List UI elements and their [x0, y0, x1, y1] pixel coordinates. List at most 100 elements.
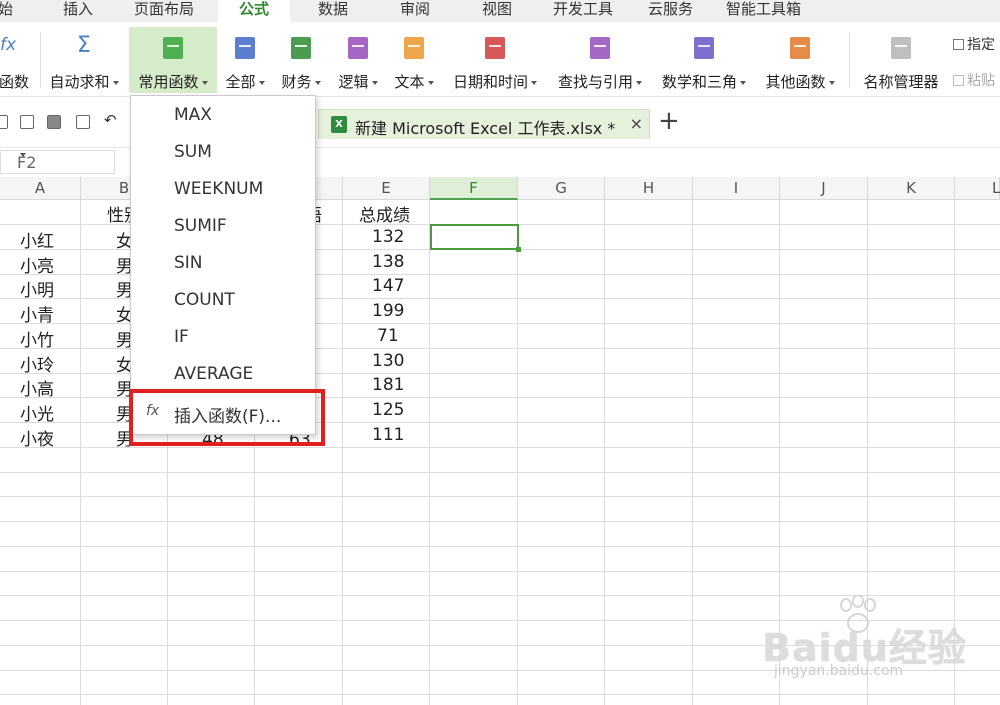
menu-item-max[interactable]: MAX [131, 97, 315, 134]
column-header-i[interactable]: I [693, 177, 780, 200]
cell-a8[interactable]: 小高 [20, 375, 54, 400]
menu-item-sin[interactable]: SIN [131, 245, 315, 282]
tab-cloud[interactable]: 云服务 [648, 0, 693, 22]
cell-e5[interactable]: 199 [372, 301, 404, 321]
finance-functions-button[interactable]: 财务 [276, 27, 326, 93]
cell-a3[interactable]: 小亮 [20, 252, 54, 277]
column-header-g[interactable]: G [518, 177, 605, 200]
chevron-down-icon [828, 80, 835, 85]
paste-button[interactable]: 粘贴 [953, 70, 995, 90]
tab-start[interactable]: 始 [0, 0, 13, 22]
name-manager-icon [891, 37, 911, 59]
cell-e3[interactable]: 138 [372, 252, 404, 272]
text-label: 文本 [394, 73, 425, 91]
menu-item-if[interactable]: IF [131, 319, 315, 356]
menu-item-sumif[interactable]: SUMIF [131, 208, 315, 245]
menu-item-sum[interactable]: SUM [131, 134, 315, 171]
cell-a5[interactable]: 小青 [20, 301, 54, 326]
cell-a4[interactable]: 小明 [20, 276, 54, 301]
fill-handle[interactable] [516, 247, 521, 252]
ribbon-separator [40, 32, 41, 88]
theta-book-icon [694, 37, 714, 59]
sigma-icon: Σ [77, 33, 91, 58]
print-icon[interactable] [47, 115, 61, 129]
book-icon [235, 37, 255, 59]
column-header-f[interactable]: F [430, 177, 518, 200]
tab-data[interactable]: 数据 [318, 0, 348, 22]
tab-view[interactable]: 视图 [482, 0, 512, 22]
name-manager-button[interactable]: 名称管理器 [856, 27, 946, 93]
undo-icon[interactable]: ↶ [104, 111, 117, 129]
menu-item-average[interactable]: AVERAGE [131, 356, 315, 393]
tab-review[interactable]: 审阅 [400, 0, 430, 22]
finance-label: 财务 [281, 73, 312, 91]
math-functions-button[interactable]: 数学和三角 [654, 27, 754, 93]
search-book-icon [590, 37, 610, 59]
cell-e7[interactable]: 130 [372, 351, 404, 371]
finance-book-icon [291, 37, 311, 59]
column-header-k[interactable]: K [868, 177, 955, 200]
cell-e1[interactable]: 总成绩 [359, 201, 410, 226]
document-tab[interactable]: X 新建 Microsoft Excel 工作表.xlsx * × [318, 109, 650, 139]
text-functions-button[interactable]: 文本 [389, 27, 439, 93]
column-header-e[interactable]: E [343, 177, 430, 200]
all-functions-label: 全部 [225, 73, 256, 91]
fx-icon: fx [0, 35, 17, 55]
tab-insert[interactable]: 插入 [63, 0, 93, 22]
selected-cell-f2[interactable] [430, 224, 521, 252]
save-icon[interactable] [0, 115, 8, 129]
tab-page-layout[interactable]: 页面布局 [134, 0, 194, 22]
menu-item-count[interactable]: COUNT [131, 282, 315, 319]
cell-e9[interactable]: 125 [372, 400, 404, 420]
cell-e6[interactable]: 71 [377, 326, 399, 346]
ribbon: fx 函数 Σ 自动求和 常用函数 全部 财务 逻辑 文本 日期和时间 查找与引… [0, 22, 1000, 97]
cell-e8[interactable]: 181 [372, 375, 404, 395]
lookup-label: 查找与引用 [557, 73, 633, 91]
more-book-icon [790, 37, 810, 59]
tab-developer[interactable]: 开发工具 [553, 0, 613, 22]
cell-a2[interactable]: 小红 [20, 227, 54, 252]
specify-button[interactable]: 指定 [953, 34, 995, 54]
cell-a10[interactable]: 小夜 [20, 425, 54, 450]
other-functions-label: 其他函数 [765, 73, 826, 91]
cell-e4[interactable]: 147 [372, 276, 404, 296]
name-box[interactable]: F2 [0, 150, 115, 174]
logic-functions-button[interactable]: 逻辑 [333, 27, 383, 93]
tab-formula[interactable]: 公式 [218, 0, 290, 22]
autosum-label: 自动求和 [49, 73, 110, 91]
all-functions-button[interactable]: 全部 [220, 27, 270, 93]
insert-function-button[interactable]: fx 函数 [0, 27, 36, 93]
lookup-functions-button[interactable]: 查找与引用 [550, 27, 650, 93]
highlight-box [129, 389, 325, 446]
close-icon[interactable]: × [630, 114, 643, 133]
paste-icon [953, 75, 964, 86]
column-header-a[interactable]: A [0, 177, 81, 200]
autosum-button[interactable]: Σ 自动求和 [44, 27, 124, 93]
watermark-url: jingyan.baidu.com [774, 663, 904, 679]
cell-e2[interactable]: 132 [372, 227, 404, 247]
column-header-h[interactable]: H [605, 177, 693, 200]
column-header-j[interactable]: J [780, 177, 868, 200]
document-tab-title: 新建 Microsoft Excel 工作表.xlsx * [355, 119, 616, 138]
tab-smart-toolbox[interactable]: 智能工具箱 [726, 0, 801, 22]
chevron-down-icon [531, 80, 537, 85]
baidu-watermark: Baidu经验 jingyan.baidu.com [762, 595, 987, 685]
cell-e10[interactable]: 111 [372, 425, 404, 445]
cell-a7[interactable]: 小玲 [20, 351, 54, 376]
cell-a9[interactable]: 小光 [20, 400, 54, 425]
column-header-l[interactable]: L [955, 177, 1000, 200]
cell-a6[interactable]: 小竹 [20, 326, 54, 351]
export-icon[interactable] [20, 115, 34, 129]
common-functions-button[interactable]: 常用函数 [129, 27, 217, 93]
chevron-down-icon [427, 80, 434, 85]
chevron-down-icon[interactable] [20, 153, 26, 157]
other-functions-button[interactable]: 其他函数 [758, 27, 842, 93]
menu-item-weeknum[interactable]: WEEKNUM [131, 171, 315, 208]
new-tab-button[interactable]: + [658, 106, 680, 136]
datetime-label: 日期和时间 [452, 73, 528, 91]
insert-function-label: 函数 [0, 73, 29, 91]
logic-label: 逻辑 [338, 73, 369, 91]
menu-bar: 始 插入 页面布局 公式 数据 审阅 视图 开发工具 云服务 智能工具箱 [0, 0, 1000, 22]
datetime-functions-button[interactable]: 日期和时间 [446, 27, 544, 93]
print-preview-icon[interactable] [76, 115, 90, 129]
